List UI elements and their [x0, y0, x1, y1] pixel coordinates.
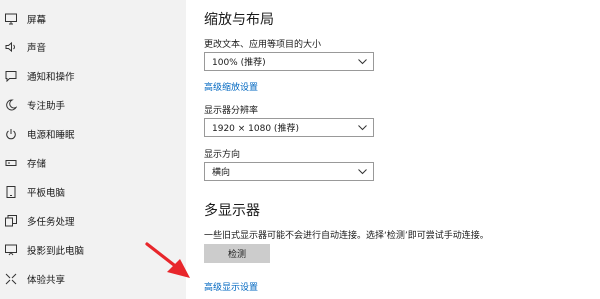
message-icon [4, 69, 18, 83]
resolution-value: 1920 × 1080 (推荐) [212, 124, 299, 134]
scale-layout-heading: 缩放与布局 [204, 12, 274, 28]
text-size-label: 更改文本、应用等项目的大小 [204, 40, 322, 50]
moon-icon [4, 98, 18, 112]
tablet-icon [4, 185, 18, 199]
orientation-value: 横向 [212, 168, 231, 178]
resolution-label: 显示器分辨率 [204, 106, 259, 116]
sidebar-item-label: 投影到此电脑 [27, 245, 85, 257]
sidebar-item-shared-experiences[interactable]: 体验共享 [0, 264, 186, 293]
share-icon [4, 272, 18, 286]
sidebar-item-label: 屏幕 [27, 14, 47, 26]
sidebar-item-display[interactable]: 屏幕 [0, 4, 186, 33]
chevron-down-icon [358, 169, 367, 175]
advanced-display-settings-link[interactable]: 高级显示设置 [204, 280, 258, 293]
settings-sidebar: 屏幕 声音 通知和操作 专注助手 电源和睡眠 存储 平板电脑 多任务处理 投影到… [0, 0, 186, 299]
sidebar-item-tablet[interactable]: 平板电脑 [0, 177, 186, 206]
sidebar-item-label: 多任务处理 [27, 216, 75, 228]
sidebar-item-label: 存储 [27, 158, 47, 170]
sidebar-item-power-sleep[interactable]: 电源和睡眠 [0, 119, 186, 148]
sidebar-item-label: 声音 [27, 42, 47, 54]
sidebar-item-storage[interactable]: 存储 [0, 148, 186, 177]
display-settings-pane: 缩放与布局 更改文本、应用等项目的大小 100% (推荐) 高级缩放设置 显示器… [186, 0, 600, 299]
storage-icon [4, 156, 18, 170]
sidebar-item-focus-assist[interactable]: 专注助手 [0, 90, 186, 119]
text-size-value: 100% (推荐) [212, 58, 266, 68]
sidebar-item-label: 平板电脑 [27, 187, 66, 199]
power-icon [4, 127, 18, 141]
chevron-down-icon [358, 59, 367, 65]
sidebar-item-sound[interactable]: 声音 [0, 32, 186, 61]
monitor-icon [4, 12, 18, 26]
detect-button[interactable]: 检测 [204, 244, 270, 263]
chevron-down-icon [358, 125, 367, 131]
orientation-label: 显示方向 [204, 150, 241, 160]
advanced-scaling-link[interactable]: 高级缩放设置 [204, 80, 258, 93]
sidebar-item-notifications[interactable]: 通知和操作 [0, 61, 186, 90]
sidebar-item-label: 通知和操作 [27, 71, 75, 83]
sidebar-item-label: 体验共享 [27, 274, 66, 286]
orientation-dropdown[interactable]: 横向 [204, 162, 374, 181]
text-size-dropdown[interactable]: 100% (推荐) [204, 52, 374, 71]
multi-display-heading: 多显示器 [204, 203, 260, 219]
speaker-icon [4, 40, 18, 54]
multi-display-description: 一些旧式显示器可能不会进行自动连接。选择‘检测’即可尝试手动连接。 [204, 231, 489, 241]
sidebar-item-label: 专注助手 [27, 100, 66, 112]
multitask-icon [4, 214, 18, 228]
sidebar-item-label: 电源和睡眠 [27, 129, 75, 141]
resolution-dropdown[interactable]: 1920 × 1080 (推荐) [204, 118, 374, 137]
project-icon [4, 243, 18, 257]
sidebar-item-multitasking[interactable]: 多任务处理 [0, 206, 186, 235]
sidebar-item-project-to-pc[interactable]: 投影到此电脑 [0, 235, 186, 264]
